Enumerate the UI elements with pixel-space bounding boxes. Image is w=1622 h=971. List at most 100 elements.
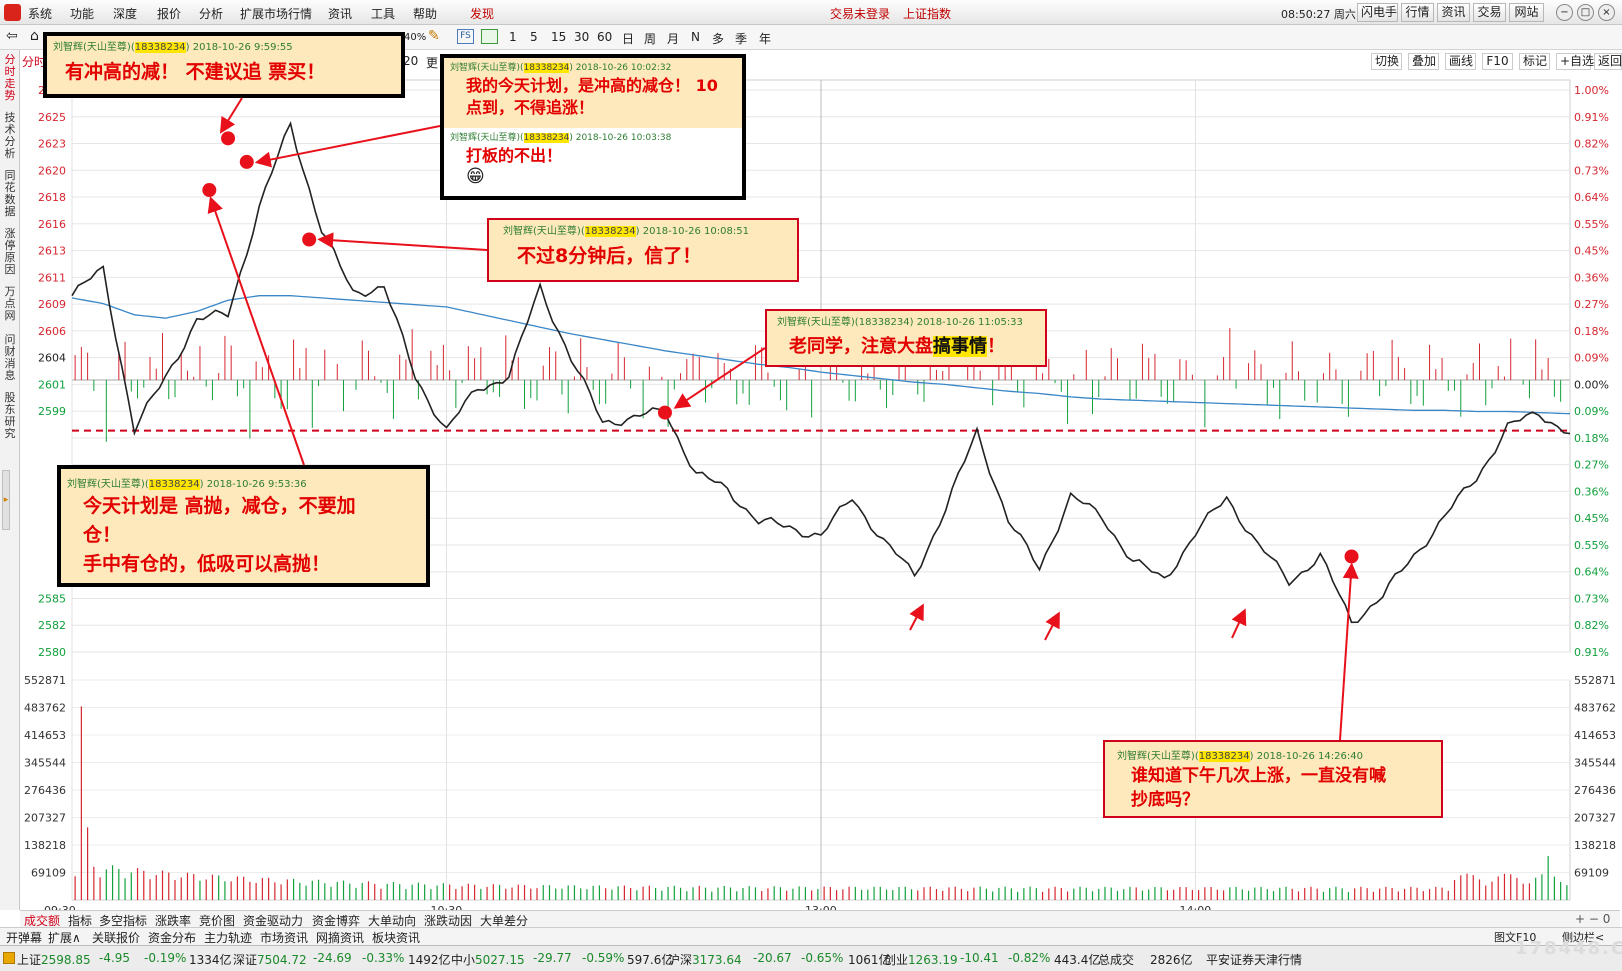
ticker-sz-chg: -24.69 — [313, 951, 352, 965]
ticker-sz-pct: -0.33% — [362, 951, 405, 965]
callout-author: 刘智辉(天山至尊) — [450, 63, 521, 73]
annotation-arrows — [207, 97, 1359, 741]
callout-text: 不过8分钟后，信了！ — [517, 245, 702, 267]
broker-feed[interactable]: 平安证券天津行情 — [1206, 951, 1302, 968]
callout-text: 谁知道下午几次上涨，一直没有喊 — [1131, 766, 1386, 786]
tab-danmaku[interactable]: 开弹幕 — [6, 929, 42, 946]
callout-time: 2018-10-26 14:26:40 — [1256, 751, 1363, 762]
callout-note-5: 刘智辉(天山至尊)(18338234) 2018-10-26 9:53:36 今… — [57, 465, 430, 587]
tab-capital-dist[interactable]: 资金分布 — [148, 929, 196, 946]
price-label: 2623 — [38, 138, 66, 151]
callout-uid: 18338234 — [148, 479, 200, 490]
pct-label: 0.18% — [1574, 325, 1609, 338]
volume-label-right: 345544 — [1574, 757, 1616, 770]
volume-label-right: 483762 — [1574, 702, 1616, 715]
marker-dot — [202, 183, 217, 198]
volume-label-right: 69109 — [1574, 867, 1609, 880]
ticker-gem-pct: -0.82% — [1008, 951, 1051, 965]
pct-label: 0.55% — [1574, 218, 1609, 231]
volume-label: 69109 — [31, 867, 66, 880]
callout-text: 打板的不出！ — [466, 146, 563, 165]
price-label: 2599 — [38, 405, 66, 418]
callout-text: 我的今天计划，是冲高的减仓！ 10 — [466, 76, 718, 95]
pct-label: 0.91% — [1574, 111, 1609, 124]
volume-label: 345544 — [24, 757, 66, 770]
volume-label-right: 138218 — [1574, 839, 1616, 852]
ticker-sh-pct: -0.19% — [144, 951, 187, 965]
ticker-gem-chg: -10.41 — [960, 951, 999, 965]
tab-market-news[interactable]: 市场资讯 — [260, 929, 308, 946]
ticker-sh[interactable]: 上证2598.85 — [17, 951, 91, 968]
callout-highlight: 搞事情 — [933, 336, 987, 357]
ticker-sme[interactable]: 中小5027.15 — [451, 951, 525, 968]
ticker-sme-pct: -0.59% — [582, 951, 625, 965]
price-label: 2601 — [38, 378, 66, 391]
callout-time: 2018-10-26 9:59:55 — [192, 42, 293, 53]
pct-label: 0.18% — [1574, 432, 1609, 445]
callout-uid: 18338234 — [1198, 751, 1250, 762]
pct-label: 0.82% — [1574, 138, 1609, 151]
callout-author: 刘智辉(天山至尊) — [450, 133, 521, 143]
callout-note-3: 刘智辉(天山至尊)(18338234) 2018-10-26 10:08:51 … — [487, 218, 799, 282]
pct-label: 0.36% — [1574, 485, 1609, 498]
pct-label: 1.00% — [1574, 84, 1609, 97]
pct-label: 0.91% — [1574, 646, 1609, 659]
ticker-sh-amt: 1334亿 — [189, 953, 232, 967]
ticker-sh-chg: -4.95 — [99, 951, 131, 965]
marker-dot — [239, 154, 254, 169]
volume-label: 276436 — [24, 784, 66, 797]
annotation-arrow — [1044, 611, 1060, 641]
pct-label: 0.09% — [1574, 352, 1609, 365]
ticker-hs300[interactable]: 沪深3173.64 — [668, 951, 742, 968]
ticker-sz[interactable]: 深证7504.72 — [233, 951, 307, 968]
price-label: 2613 — [38, 245, 66, 258]
watermark: 178448.COM — [1515, 938, 1622, 959]
ticker-hs300-pct: -0.65% — [801, 951, 844, 965]
marker-dot — [302, 232, 317, 247]
callout-time: 2018-10-26 10:08:51 — [642, 226, 749, 237]
ticker-sme-chg: -29.77 — [533, 951, 572, 965]
callout-uid: 18338234 — [523, 63, 570, 73]
zoom-controls[interactable]: + − 0 — [1575, 912, 1610, 926]
callout-note-4: 刘智辉(天山至尊)(18338234) 2018-10-26 11:05:33 … — [765, 309, 1047, 367]
grin-emoji-icon: 😁 — [466, 166, 485, 187]
callout-author: 刘智辉(天山至尊) — [53, 42, 131, 53]
ticker-sz-amt: 1492亿 — [408, 953, 451, 967]
callout-uid: 18338234 — [584, 226, 636, 237]
price-label: 2604 — [38, 352, 66, 365]
price-label: 2609 — [38, 298, 66, 311]
price-label: 2625 — [38, 111, 66, 124]
tab-main-track[interactable]: 主力轨迹 — [204, 929, 252, 946]
pct-label: 0.64% — [1574, 566, 1609, 579]
volume-label-right: 207327 — [1574, 812, 1616, 825]
total-turnover-label: 总成交 — [1098, 953, 1135, 967]
callout-text: 点到，不得追涨！ — [466, 98, 595, 117]
annotation-arrow — [207, 196, 305, 466]
volume-label: 552871 — [24, 674, 66, 687]
tab-expand[interactable]: 扩展∧ — [48, 929, 81, 946]
pct-label: 0.45% — [1574, 512, 1609, 525]
callout-author: 刘智辉(天山至尊)(18338234) 2018-10-26 11:05:33 — [777, 317, 1023, 328]
volume-label: 207327 — [24, 812, 66, 825]
volume-label: 483762 — [24, 702, 66, 715]
total-turnover: 2826亿 — [1150, 953, 1193, 967]
price-label: 2620 — [38, 164, 66, 177]
ticker-gem-amt: 443.4亿 — [1054, 953, 1101, 967]
indicator-tabs: 成交额 指标 多空指标 涨跌率 竞价图 资金驱动力 资金博弈 大单动向 涨跌动因… — [20, 910, 1620, 928]
callout-text-end: ！ — [987, 336, 1005, 357]
pct-label: 0.09% — [1574, 405, 1609, 418]
price-label: 2611 — [38, 271, 66, 284]
callout-text: 手中有仓的，低吸可以高抛！ — [83, 553, 331, 575]
tab-related-quote[interactable]: 关联报价 — [92, 929, 140, 946]
annotation-arrow — [1339, 562, 1359, 741]
ticker-gem[interactable]: 创业1263.19 — [884, 951, 958, 968]
annotation-arrow — [673, 347, 766, 409]
callout-note-6: 刘智辉(天山至尊)(18338234) 2018-10-26 14:26:40 … — [1103, 740, 1443, 818]
tab-sector-news[interactable]: 板块资讯 — [372, 929, 420, 946]
ticker-sme-amt: 597.6亿 — [627, 953, 674, 967]
volume-label: 138218 — [24, 839, 66, 852]
callout-uid: 18338234 — [523, 133, 570, 143]
pct-label: 0.27% — [1574, 459, 1609, 472]
marker-dot — [221, 131, 236, 146]
tab-web-digest[interactable]: 网摘资讯 — [316, 929, 364, 946]
